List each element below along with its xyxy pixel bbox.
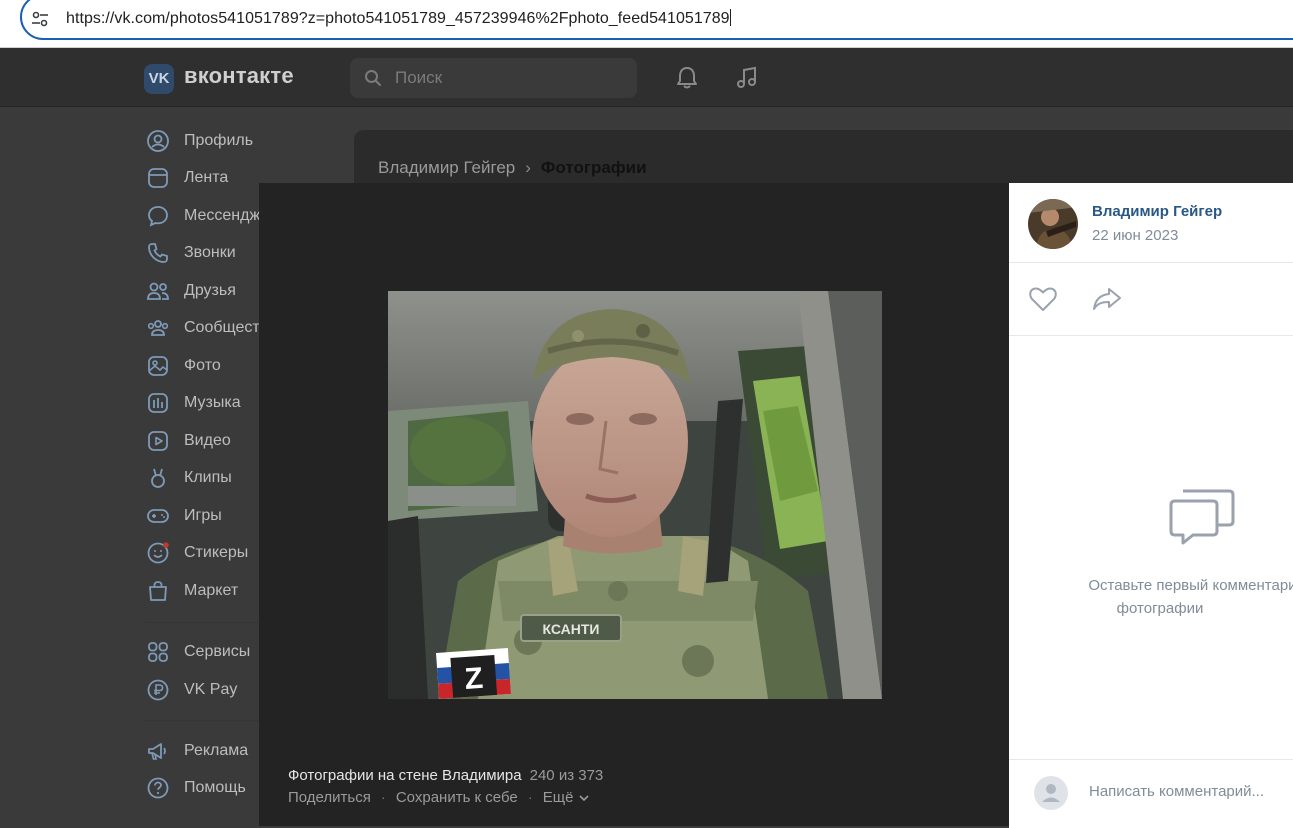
services-icon [148,642,168,662]
photo-image: КСАНТИ Z [388,291,882,699]
photo-counter: 240 из 373 [529,767,604,784]
sidebar-item-label: Реклама [184,742,249,759]
sidebar-item-label: Видео [184,432,231,449]
messenger-icon [148,206,168,227]
search-box[interactable]: Поиск [350,58,637,98]
empty-comments-line: Оставьте первый комментарий к [1088,577,1293,594]
search-icon [365,70,381,86]
sidebar-item-label: Звонки [184,244,236,261]
sidebar-item-label: Маркет [184,582,239,599]
breadcrumb: Владимир Гейгер › Фотографии [378,158,647,178]
sidebar-item-label: VK Pay [184,681,238,698]
sidebar-item-profile[interactable]: Профиль [146,123,346,159]
comment-input[interactable]: Написать комментарий... [1089,783,1264,800]
tune-icon[interactable] [30,9,50,29]
sidebar-item-label: Помощь [184,779,246,796]
market-icon [149,581,167,601]
album-title[interactable]: Фотографии на стене Владимира [288,767,522,784]
music-icon [148,393,168,413]
separator-dot: · [380,789,386,806]
patch-letter: Z [464,662,485,696]
music-note-icon[interactable] [733,64,761,92]
sidebar-item-label: Клипы [184,469,232,486]
sidebar-item-label: Фото [184,357,221,374]
vkpay-icon [147,679,169,701]
breadcrumb-current: Фотографии [540,158,647,177]
sidebar-item-label: Друзья [184,282,236,299]
friends-icon [147,282,169,300]
clips-icon [151,468,165,488]
profile-icon [147,130,169,152]
bell-icon[interactable] [673,64,701,92]
share-link[interactable]: Поделиться [288,789,371,806]
megaphone-icon [148,743,166,760]
more-link[interactable]: Ещё [543,789,574,806]
post-date[interactable]: 22 июн 2023 [1092,227,1178,244]
communities-icon [147,320,169,336]
comments-bubble-icon [1169,489,1235,545]
empty-comments-text: Оставьте первый комментарий к фотографии [1057,574,1293,620]
photo-actions: Поделиться · Сохранить к себе · Ещё [288,789,589,806]
user-placeholder-icon [1042,784,1060,802]
sidebar-item-label: Стикеры [184,544,249,561]
breadcrumb-parent[interactable]: Владимир Гейгер [378,158,515,177]
sidebar-item-label: Профиль [184,132,254,149]
current-user-avatar [1034,776,1068,810]
vk-logo-mark[interactable]: VK [144,64,174,94]
separator-dot: · [527,789,533,806]
sidebar-item-label: Лента [184,169,229,186]
vk-logo-text[interactable]: вконтакте [184,63,294,89]
share-arrow-icon[interactable] [1091,285,1123,313]
panel-divider [1009,759,1293,760]
patch-name-text: КСАНТИ [543,621,600,637]
empty-comments-line: фотографии [1116,600,1204,617]
search-placeholder: Поиск [395,68,443,87]
photo-caption: Фотографии на стене Владимира 240 из 373 [288,767,603,784]
phone-icon [148,243,168,263]
heart-icon[interactable] [1028,285,1058,313]
photo-side-panel: Владимир Гейгер 22 июн 2023 Оставьте пер… [1009,183,1293,828]
photo-viewer: КСАНТИ Z Фотографии на стене Владимира 2… [259,183,1009,826]
games-icon [147,509,169,523]
avatar-image [1028,199,1078,249]
chevron-down-icon [579,794,589,801]
panel-divider [1009,335,1293,336]
address-url[interactable]: https://vk.com/photos541051789?z=photo54… [66,9,731,28]
video-icon [148,431,168,451]
sidebar-item-label: Игры [184,507,222,524]
vk-header: VK вконтакте Поиск [0,48,1293,107]
chevron-right-icon: › [525,158,531,177]
stickers-icon [147,542,169,564]
photo[interactable]: КСАНТИ Z [388,291,882,699]
save-to-self-link[interactable]: Сохранить к себе [396,789,518,806]
panel-divider [1009,262,1293,263]
author-name[interactable]: Владимир Гейгер [1092,203,1222,220]
feed-icon [148,168,168,188]
browser-address-bar: https://vk.com/photos541051789?z=photo54… [0,0,1293,48]
sidebar-item-label: Музыка [184,394,241,411]
content-card: Владимир Гейгер › Фотографии [354,130,1293,190]
photo-icon [148,356,168,376]
screen: https://vk.com/photos541051789?z=photo54… [0,0,1293,828]
sidebar-item-label: Сервисы [184,643,251,660]
author-avatar[interactable] [1028,199,1078,249]
help-icon [147,777,169,799]
